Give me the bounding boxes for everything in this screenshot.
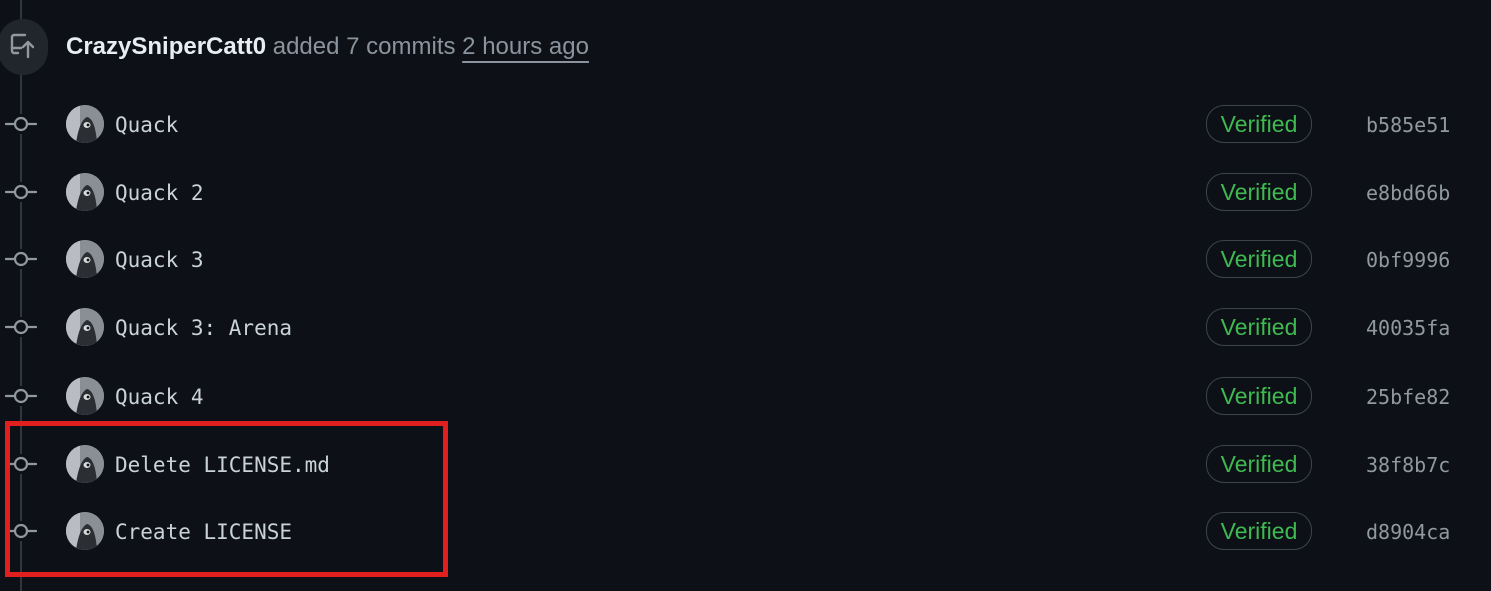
verified-badge[interactable]: Verified <box>1206 173 1312 211</box>
commit-message[interactable]: Quack 3: Arena <box>115 313 292 343</box>
commit-message[interactable]: Quack 4 <box>115 382 204 412</box>
commit-row: Create LICENSE Verified d8904ca <box>0 501 1491 561</box>
commit-sha[interactable]: b585e51 <box>1366 110 1450 140</box>
event-time[interactable]: 2 hours ago <box>462 33 589 60</box>
commit-sha[interactable]: e8bd66b <box>1366 178 1450 208</box>
push-event-badge <box>0 19 48 75</box>
avatar[interactable] <box>66 377 104 415</box>
avatar[interactable] <box>66 240 104 278</box>
avatar[interactable] <box>66 173 104 211</box>
git-commit-icon <box>4 454 38 474</box>
avatar[interactable] <box>66 512 104 550</box>
git-commit-icon <box>4 114 38 134</box>
commit-sha[interactable]: 38f8b7c <box>1366 450 1450 480</box>
commit-message[interactable]: Create LICENSE <box>115 517 292 547</box>
commit-row: Quack Verified b585e51 <box>0 94 1491 154</box>
commit-row: Quack 3 Verified 0bf9996 <box>0 229 1491 289</box>
avatar[interactable] <box>66 308 104 346</box>
commit-sha[interactable]: d8904ca <box>1366 517 1450 547</box>
verified-badge[interactable]: Verified <box>1206 512 1312 550</box>
commit-sha[interactable]: 40035fa <box>1366 313 1450 343</box>
git-commit-icon <box>4 249 38 269</box>
commit-sha[interactable]: 25bfe82 <box>1366 382 1450 412</box>
commit-sha[interactable]: 0bf9996 <box>1366 245 1450 275</box>
verified-badge[interactable]: Verified <box>1206 445 1312 483</box>
push-event-header: CrazySniperCatt0 added 7 commits 2 hours… <box>66 30 589 64</box>
commit-row: Quack 2 Verified e8bd66b <box>0 162 1491 222</box>
commit-row: Quack 4 Verified 25bfe82 <box>0 366 1491 426</box>
commit-row: Delete LICENSE.md Verified 38f8b7c <box>0 434 1491 494</box>
git-commit-icon <box>4 521 38 541</box>
git-commit-icon <box>4 182 38 202</box>
avatar[interactable] <box>66 105 104 143</box>
git-commit-icon <box>4 386 38 406</box>
commit-message[interactable]: Delete LICENSE.md <box>115 450 330 480</box>
commit-message[interactable]: Quack 3 <box>115 245 204 275</box>
verified-badge[interactable]: Verified <box>1206 105 1312 143</box>
verified-badge[interactable]: Verified <box>1206 377 1312 415</box>
commit-row: Quack 3: Arena Verified 40035fa <box>0 297 1491 357</box>
git-commit-icon <box>4 317 38 337</box>
commit-message[interactable]: Quack <box>115 110 178 140</box>
verified-badge[interactable]: Verified <box>1206 308 1312 346</box>
verified-badge[interactable]: Verified <box>1206 240 1312 278</box>
repo-push-icon <box>8 30 38 65</box>
avatar[interactable] <box>66 445 104 483</box>
commit-message[interactable]: Quack 2 <box>115 178 204 208</box>
author-link[interactable]: CrazySniperCatt0 <box>66 33 266 60</box>
event-action: added 7 commits <box>272 33 456 60</box>
